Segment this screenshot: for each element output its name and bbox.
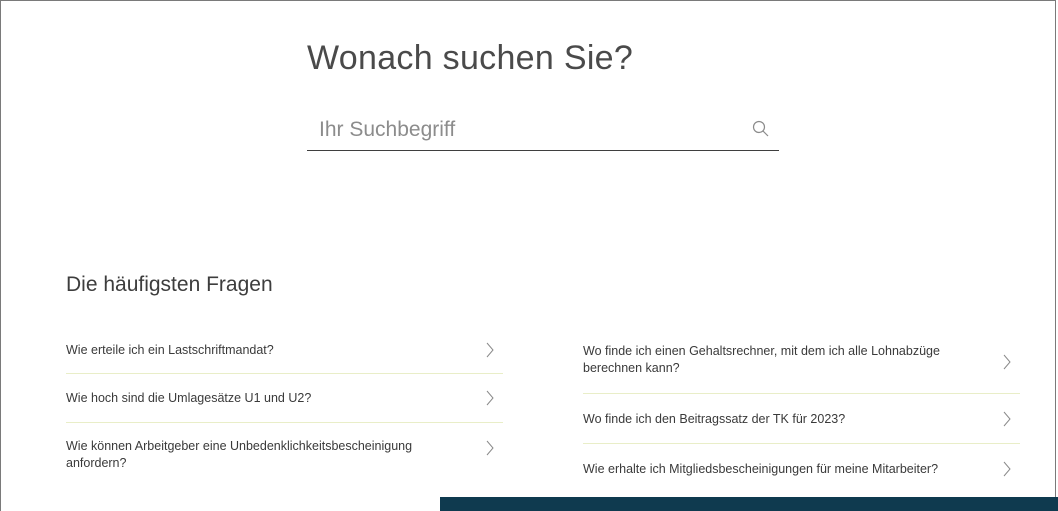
faq-item[interactable]: Wie hoch sind die Umlagesätze U1 und U2? bbox=[66, 374, 503, 423]
faq-question: Wie erhalte ich Mitgliedsbescheinigungen… bbox=[583, 462, 939, 476]
faq-item[interactable]: Wo finde ich den Beitragssatz der TK für… bbox=[583, 394, 1020, 444]
faq-question: Wo finde ich einen Gehaltsrechner, mit d… bbox=[583, 344, 940, 375]
faq-question: Wie hoch sind die Umlagesätze U1 und U2? bbox=[66, 391, 312, 405]
faq-item[interactable]: Wo finde ich einen Gehaltsrechner, mit d… bbox=[583, 330, 1020, 394]
faq-heading: Die häufigsten Fragen bbox=[66, 273, 273, 296]
faq-question: Wie erteile ich ein Lastschriftmandat? bbox=[66, 343, 274, 357]
chevron-right-icon bbox=[1002, 461, 1012, 477]
faq-question: Wo finde ich den Beitragssatz der TK für… bbox=[583, 412, 846, 426]
search-box bbox=[307, 111, 779, 151]
chevron-right-icon bbox=[1002, 411, 1012, 427]
search-icon[interactable] bbox=[751, 119, 771, 139]
search-input[interactable] bbox=[307, 111, 749, 149]
faq-list-right: Wo finde ich einen Gehaltsrechner, mit d… bbox=[583, 330, 1020, 494]
search-title: Wonach suchen Sie? bbox=[307, 39, 634, 77]
chevron-right-icon bbox=[485, 390, 495, 406]
page-frame: Wonach suchen Sie? Die häufigsten Fragen… bbox=[0, 0, 1056, 511]
faq-item[interactable]: Wie können Arbeitgeber eine Unbedenklich… bbox=[66, 423, 503, 472]
bottom-bar bbox=[440, 497, 1058, 511]
faq-list-left: Wie erteile ich ein Lastschriftmandat? W… bbox=[66, 327, 503, 472]
faq-item[interactable]: Wie erteile ich ein Lastschriftmandat? bbox=[66, 327, 503, 374]
faq-question: Wie können Arbeitgeber eine Unbedenklich… bbox=[66, 439, 413, 470]
faq-item[interactable]: Wie erhalte ich Mitgliedsbescheinigungen… bbox=[583, 444, 1020, 494]
chevron-right-icon bbox=[1002, 354, 1012, 370]
chevron-right-icon bbox=[485, 342, 495, 358]
chevron-right-icon bbox=[485, 440, 495, 456]
